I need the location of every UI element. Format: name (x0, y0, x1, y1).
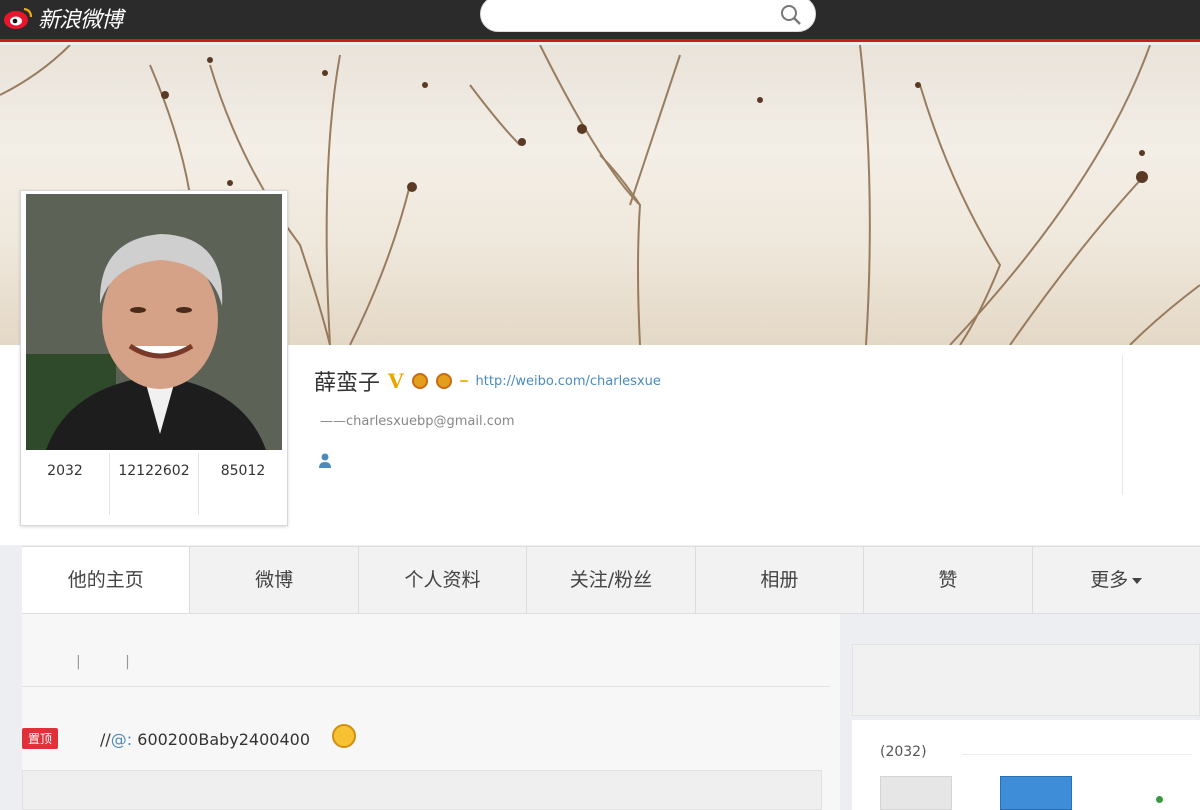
profile-tabs: 他的主页 微博 个人资料 关注/粉丝 相册 赞 更多 (22, 546, 1200, 614)
following-count-label[interactable]: (2032) (880, 744, 927, 760)
verified-badge[interactable]: V (388, 369, 404, 393)
person-icon[interactable] (318, 452, 332, 468)
mention-link[interactable]: @: (111, 730, 132, 749)
divider (22, 686, 830, 687)
top-nav-bar: 新浪微博 (0, 0, 1200, 42)
avatar-panel: 2032 12122602 85012 (20, 190, 288, 526)
following-avatar[interactable] (1000, 776, 1072, 810)
search-icon[interactable] (779, 3, 803, 27)
avatar[interactable] (26, 194, 282, 450)
medal-icon[interactable] (435, 373, 452, 389)
logo-text: 新浪微博 (38, 8, 123, 33)
crown-icon[interactable] (411, 373, 428, 389)
divider (962, 754, 1192, 755)
tab-likes[interactable]: 赞 (864, 547, 1033, 613)
tab-follows-fans[interactable]: 关注/粉丝 (527, 547, 696, 613)
feed-column: | | 置顶 //@: 600200Baby2400400 (22, 614, 840, 810)
tab-weibo[interactable]: 微博 (190, 547, 359, 613)
profile-stats: 2032 12122602 85012 (21, 453, 287, 515)
tab-more-label: 更多 (1090, 569, 1129, 591)
divider (1122, 355, 1123, 495)
post-prefix: // (100, 730, 111, 749)
vip-badge[interactable] (459, 380, 468, 382)
profile-email: ——charlesxuebp@gmail.com (320, 414, 515, 429)
chevron-down-icon (1132, 577, 1143, 584)
followers-count[interactable]: 12122602 (110, 453, 199, 515)
profile-name: 薛蛮子 (314, 371, 381, 396)
post-text: //@: 600200Baby2400400 (100, 730, 310, 749)
tab-more[interactable]: 更多 (1033, 547, 1200, 613)
weibo-eye-icon (4, 7, 33, 29)
status-dot-icon (1156, 796, 1163, 803)
sidebar-header (852, 644, 1200, 716)
profile-name-row: 薛蛮子 V http://weibo.com/charlesxue (314, 365, 661, 397)
tab-profile-info[interactable]: 个人资料 (359, 547, 528, 613)
posts-count[interactable]: 85012 (199, 453, 287, 515)
feed-filter[interactable]: | | (76, 654, 150, 670)
post-body: 600200Baby2400400 (137, 730, 311, 749)
weibo-logo[interactable]: 新浪微博 (2, 4, 123, 33)
profile-url-link[interactable]: http://weibo.com/charlesxue (476, 374, 661, 389)
laughing-face-icon (332, 724, 356, 748)
tab-home[interactable]: 他的主页 (22, 547, 191, 613)
portrait-illustration (26, 194, 282, 450)
following-avatar[interactable] (880, 776, 952, 810)
sidebar-following-panel: (2032) (852, 720, 1200, 810)
repost-box[interactable] (22, 770, 822, 810)
search-input[interactable] (480, 0, 816, 32)
tab-album[interactable]: 相册 (696, 547, 865, 613)
following-count[interactable]: 2032 (21, 453, 110, 515)
pinned-badge: 置顶 (22, 728, 59, 749)
